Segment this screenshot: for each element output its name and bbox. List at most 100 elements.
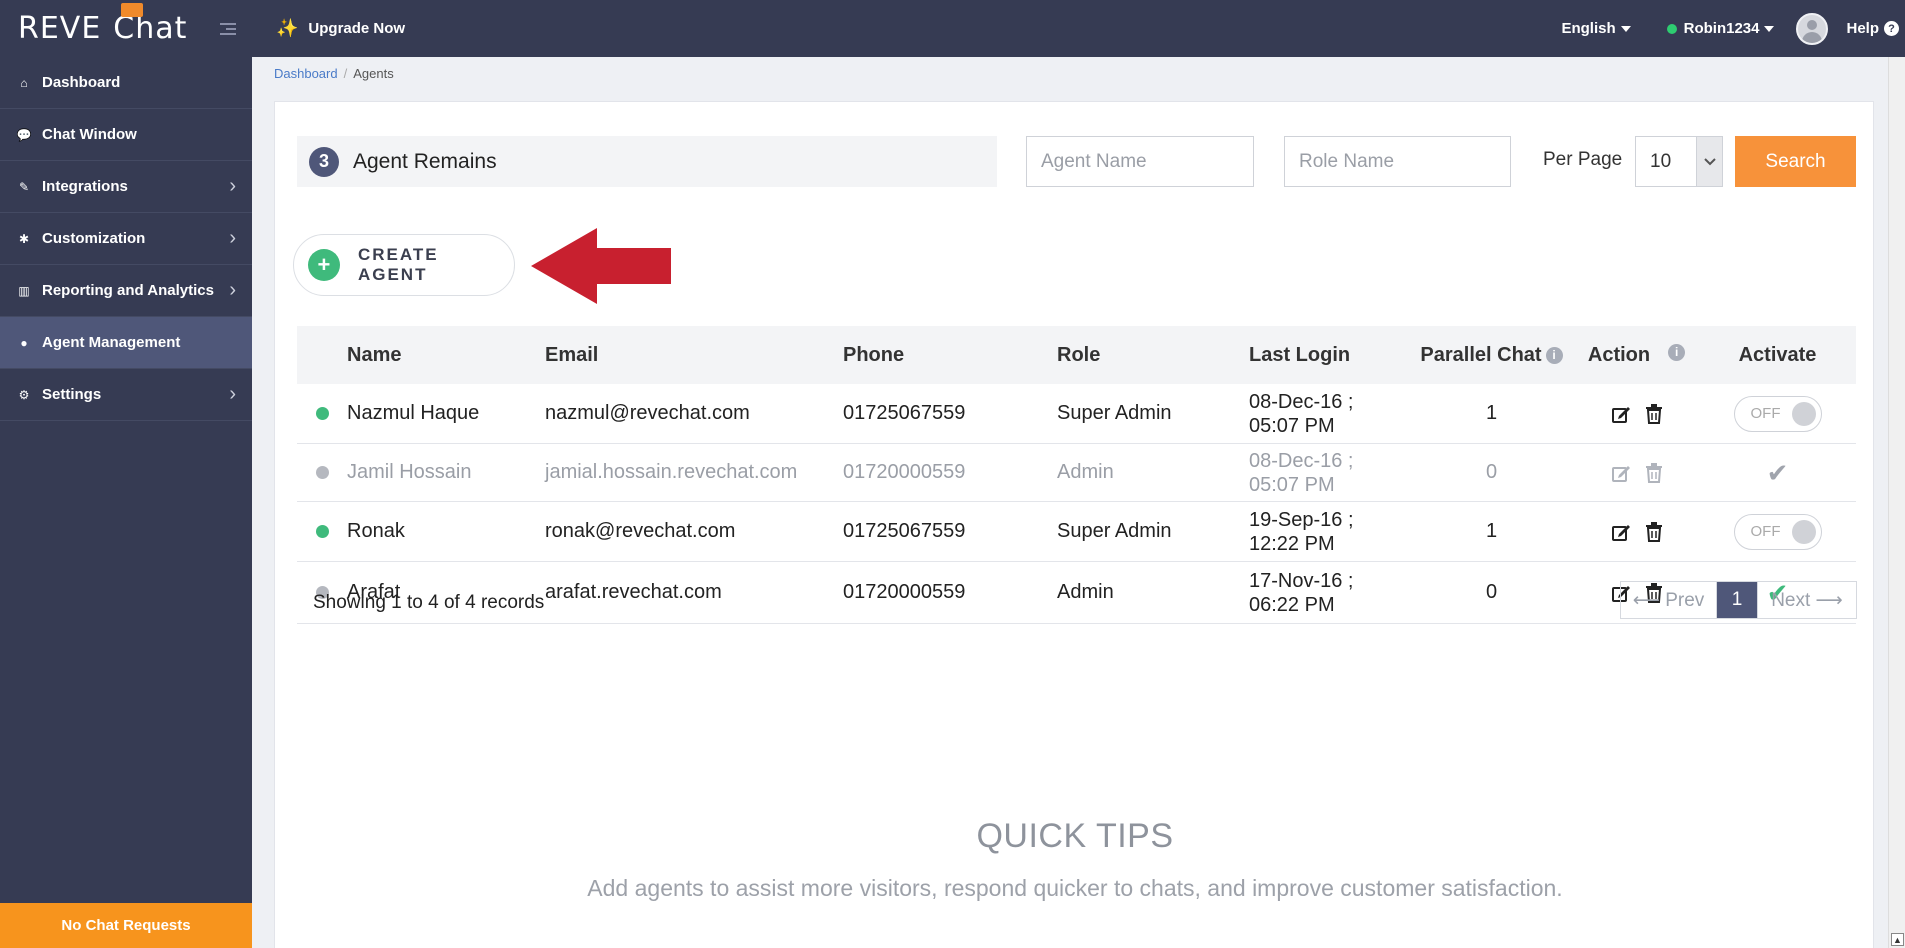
pagination: ⟵ Prev 1 Next ⟶ — [1620, 581, 1857, 619]
page-number-button[interactable]: 1 — [1717, 582, 1757, 618]
user-dropdown[interactable]: Robin1234 — [1666, 20, 1775, 37]
edit-icon[interactable] — [1611, 404, 1631, 424]
agent-name-input[interactable] — [1026, 136, 1254, 187]
chevron-down-icon[interactable] — [1696, 137, 1722, 186]
reve-chat-logo[interactable]: REVE Chat — [18, 3, 187, 46]
agents-panel: 3 Agent Remains Per Page 10 Search + CRE… — [274, 101, 1874, 948]
agent-phone: 01725067559 — [843, 520, 966, 542]
per-page-select[interactable]: 10 — [1635, 136, 1723, 187]
no-chat-requests-banner[interactable]: No Chat Requests — [0, 903, 252, 948]
sidebar-item-dashboard[interactable]: ⌂ Dashboard — [0, 57, 252, 109]
online-status-icon — [315, 407, 329, 420]
sidebar-item-label: Chat Window — [42, 126, 137, 143]
agent-role: Super Admin — [1057, 520, 1172, 542]
agent-name: Jamil Hossain — [347, 461, 472, 483]
col-phone[interactable]: Phone — [843, 344, 1057, 367]
agent-phone: 01720000559 — [843, 461, 966, 483]
col-parallel-chat[interactable]: Parallel Chat i — [1409, 344, 1574, 367]
agent-parallel-chat: 1 — [1485, 402, 1498, 424]
toggle-knob — [1791, 519, 1816, 544]
magic-wand-icon: ✨ — [276, 18, 299, 38]
sidebar-item-label: Reporting and Analytics — [42, 282, 214, 299]
agent-parallel-chat: 0 — [1485, 461, 1498, 483]
create-agent-button[interactable]: + CREATE AGENT — [293, 234, 515, 296]
agent-email: jamial.hossain.revechat.com — [545, 461, 798, 483]
sidebar-item-integrations[interactable]: ✎ Integrations › — [0, 161, 252, 213]
agent-email: arafat.revechat.com — [545, 581, 722, 603]
agents-table: Name Email Phone Role Last Login Paralle… — [297, 326, 1856, 624]
search-button[interactable]: Search — [1735, 136, 1856, 187]
online-status-icon — [315, 525, 329, 538]
activate-toggle[interactable]: OFF — [1733, 395, 1822, 432]
online-status-icon — [1666, 23, 1677, 34]
chevron-right-icon: › — [229, 383, 236, 405]
gear-icon: ✱ — [18, 231, 30, 246]
sidebar-item-agent-management[interactable]: ● Agent Management — [0, 317, 252, 369]
sidebar: REVE Chat ⌂ Dashboard 💬 Chat Window ✎ Integra… — [0, 0, 252, 948]
edit-icon[interactable] — [1611, 463, 1631, 483]
check-icon[interactable]: ✔ — [1767, 460, 1789, 486]
col-email[interactable]: Email — [545, 344, 843, 367]
info-icon[interactable]: i — [1545, 346, 1563, 364]
question-icon: ? — [1884, 21, 1899, 36]
agent-parallel-chat: 1 — [1485, 520, 1498, 542]
red-arrow-icon — [531, 228, 671, 304]
quick-tips-text: Add agents to assist more visitors, resp… — [587, 875, 1563, 901]
caret-down-icon — [1764, 25, 1775, 32]
avatar[interactable] — [1796, 12, 1829, 45]
help-link[interactable]: Help ? — [1846, 20, 1899, 37]
role-name-input[interactable] — [1284, 136, 1511, 187]
sidebar-item-label: Agent Management — [42, 334, 181, 351]
table-row: Jamil Hossain jamial.hossain.revechat.com… — [297, 444, 1856, 502]
trash-icon[interactable] — [1645, 521, 1663, 542]
sidebar-item-customization[interactable]: ✱ Customization › — [0, 213, 252, 265]
breadcrumb-dashboard-link[interactable]: Dashboard — [274, 66, 338, 81]
breadcrumb-current: Agents — [353, 66, 394, 81]
chevron-right-icon: › — [229, 175, 236, 197]
sidebar-item-chat-window[interactable]: 💬 Chat Window — [0, 109, 252, 161]
col-role[interactable]: Role — [1057, 344, 1249, 367]
next-page-button[interactable]: Next ⟶ — [1757, 582, 1856, 618]
per-page-label: Per Page — [1543, 149, 1623, 170]
bar-chart-icon: ▥ — [18, 283, 30, 298]
language-dropdown[interactable]: English — [1561, 20, 1631, 37]
top-bar-right: English Robin1234 Help ? — [1561, 12, 1905, 45]
sidebar-nav: ⌂ Dashboard 💬 Chat Window ✎ Integrations › ✱ Cus… — [0, 57, 252, 421]
table-row: Nazmul Haque nazmul@revechat.com 017250675… — [297, 384, 1856, 444]
edit-icon[interactable] — [1611, 522, 1631, 542]
chat-bubble-icon — [121, 3, 144, 17]
chat-icon: 💬 — [16, 127, 32, 142]
menu-toggle-icon[interactable] — [218, 22, 236, 35]
col-name[interactable]: Name — [347, 344, 545, 367]
col-last-login[interactable]: Last Login — [1249, 343, 1409, 367]
top-bar: ✨ Upgrade Now English Robin1234 Help ? — [252, 0, 1905, 57]
logo-text: REVE — [18, 11, 102, 46]
prev-page-button[interactable]: ⟵ Prev — [1621, 582, 1717, 618]
records-summary: Showing 1 to 4 of 4 records — [313, 592, 545, 613]
trash-icon[interactable] — [1645, 462, 1663, 483]
logo-chat-word: Chat — [113, 3, 187, 46]
offline-status-icon — [315, 466, 329, 479]
agent-last-login: 08-Dec-16 ; 05:07 PM — [1249, 390, 1354, 437]
trash-icon[interactable] — [1645, 403, 1663, 424]
activate-toggle[interactable]: OFF — [1733, 513, 1822, 550]
caret-down-icon — [1620, 26, 1631, 33]
sidebar-item-label: Customization — [42, 230, 146, 247]
sidebar-item-reporting-and-analytics[interactable]: ▥ Reporting and Analytics › — [0, 265, 252, 317]
plus-icon: + — [308, 249, 340, 281]
upgrade-now-link[interactable]: ✨ Upgrade Now — [276, 18, 405, 39]
agent-role: Admin — [1057, 461, 1114, 483]
logo-row: REVE Chat — [0, 0, 252, 57]
scroll-up-arrow-icon[interactable]: ▲ — [1891, 933, 1904, 946]
sidebar-item-settings[interactable]: ⚙ Settings › — [0, 369, 252, 421]
info-icon[interactable]: i — [1668, 343, 1686, 361]
agent-email: ronak@revechat.com — [545, 520, 736, 542]
sidebar-item-label: Integrations — [42, 178, 128, 195]
plug-icon: ✎ — [18, 179, 30, 194]
toggle-knob — [1791, 401, 1816, 426]
home-icon: ⌂ — [20, 75, 28, 90]
agent-remains-box: 3 Agent Remains — [297, 136, 997, 187]
page-scrollbar[interactable]: ▲ — [1888, 57, 1905, 948]
agent-last-login: 19-Sep-16 ; 12:22 PM — [1249, 508, 1354, 555]
chevron-right-icon: › — [229, 279, 236, 301]
